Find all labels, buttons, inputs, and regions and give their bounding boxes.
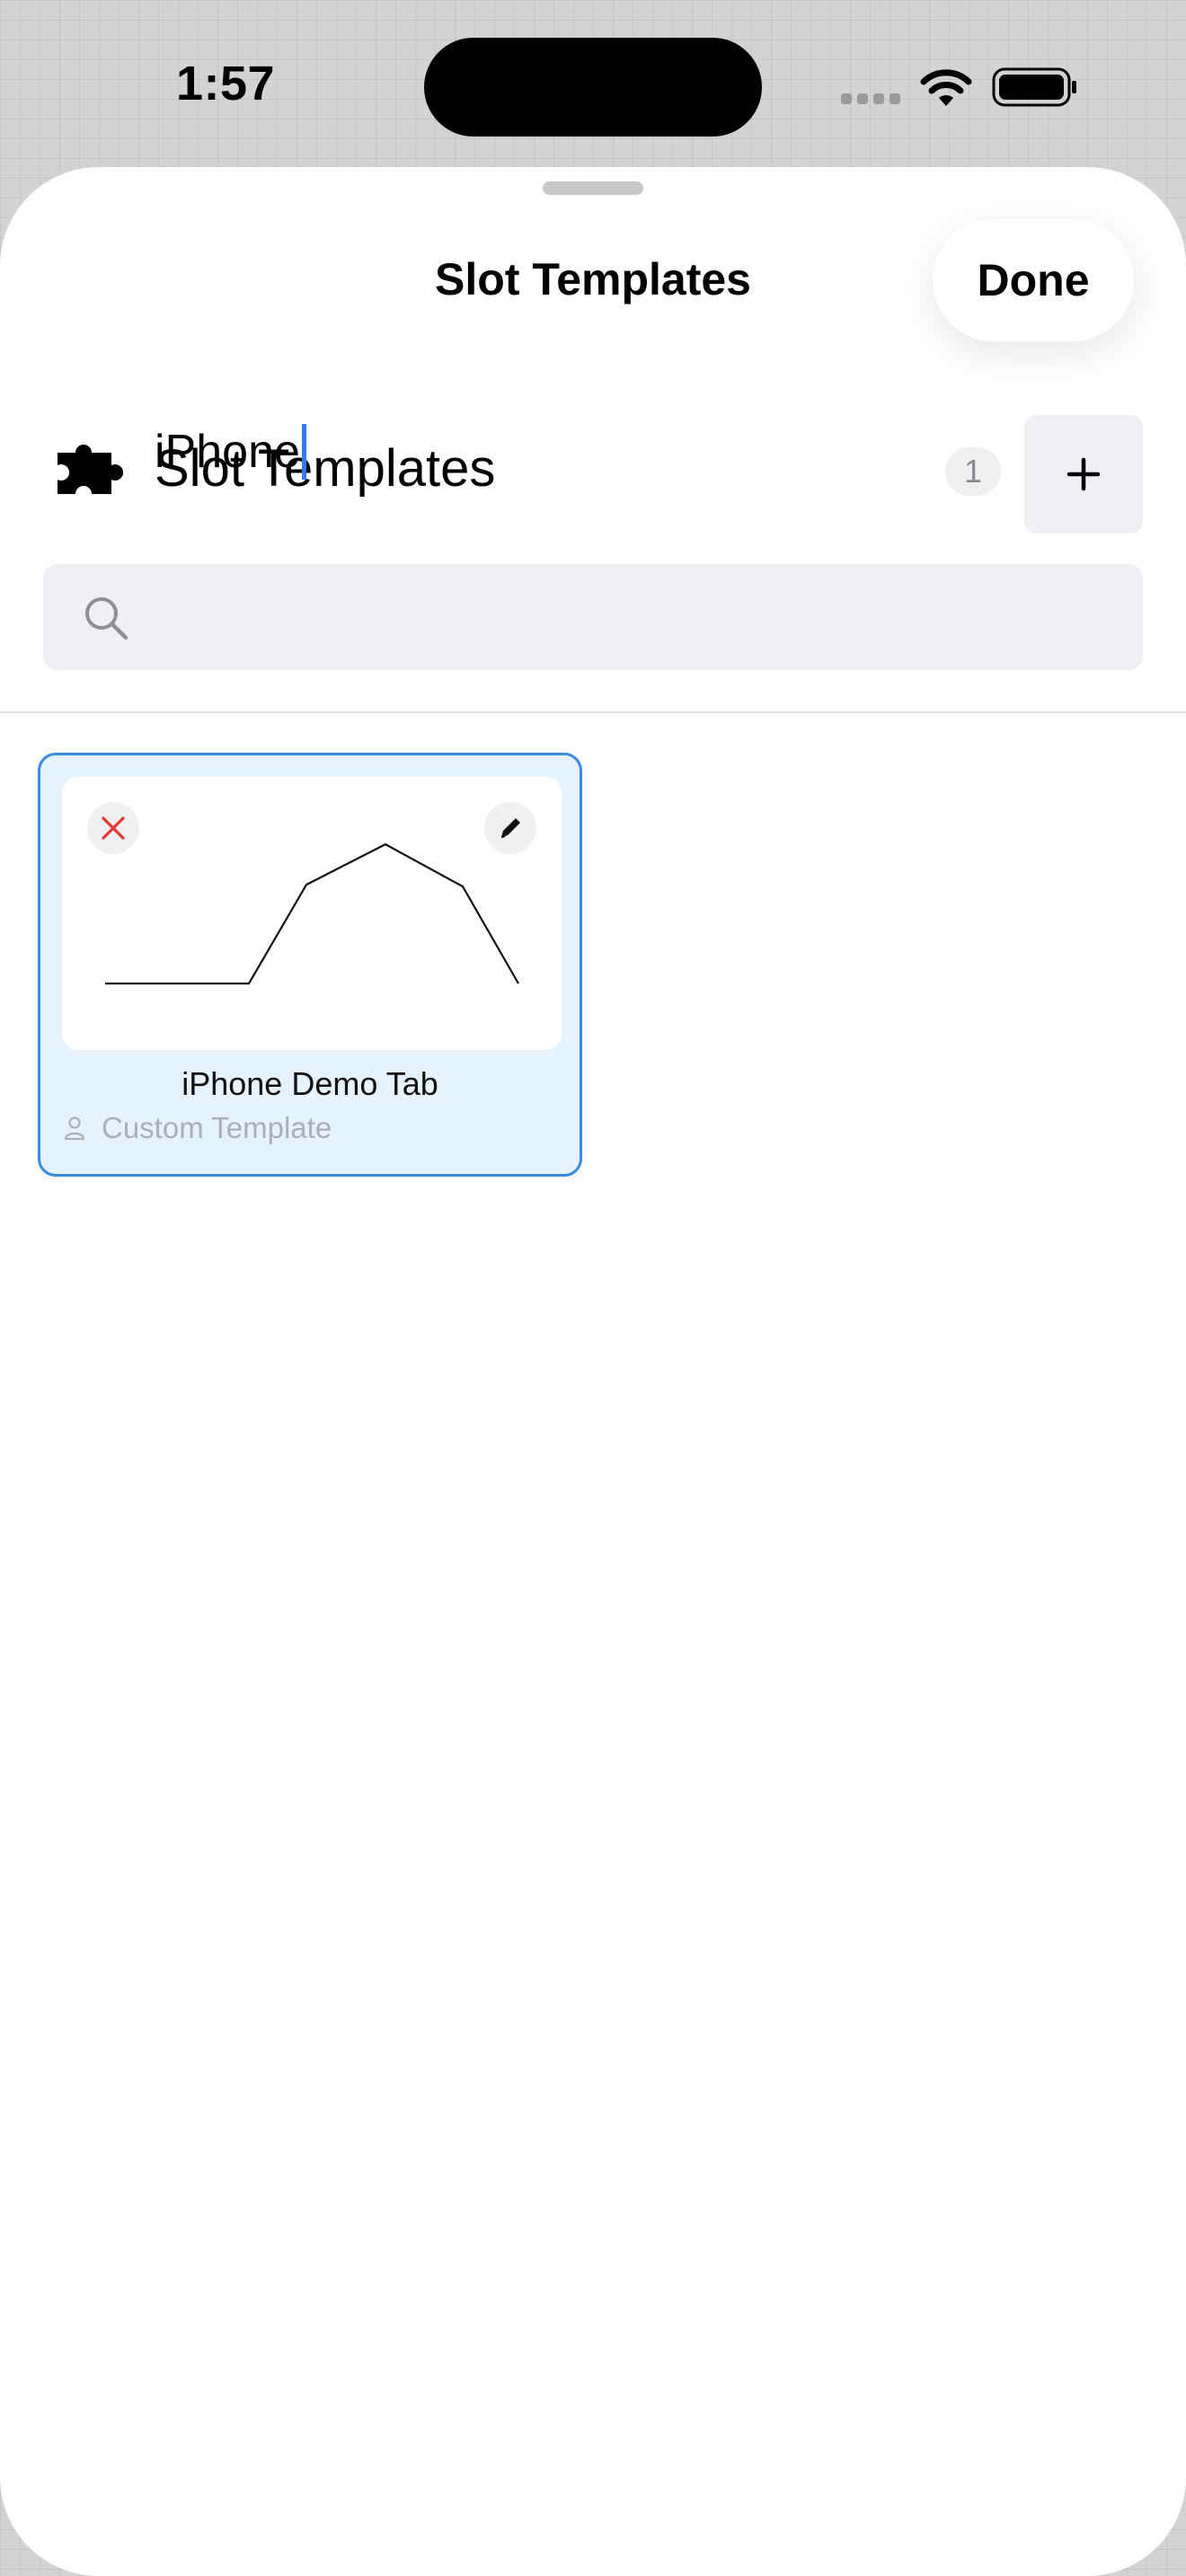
sheet-grabber[interactable]	[543, 181, 643, 195]
search-bar[interactable]	[43, 564, 1143, 670]
search-input[interactable]: iPhone	[155, 424, 306, 480]
pencil-icon	[500, 818, 520, 838]
wifi-icon	[920, 69, 972, 106]
puzzle-icon	[58, 445, 124, 494]
close-icon	[102, 816, 125, 840]
template-type-label: Custom Template	[102, 1111, 332, 1144]
slot-templates-sheet: Slot Templates Done Slot Templates 1 iPh…	[0, 167, 1186, 2576]
status-time: 1:57	[176, 57, 276, 110]
divider	[0, 711, 1186, 713]
delete-template-button[interactable]	[87, 802, 139, 854]
plus-icon	[1067, 457, 1101, 491]
template-type: Custom Template	[64, 1111, 332, 1145]
template-preview	[62, 777, 562, 1050]
text-caret	[301, 424, 306, 480]
template-count-badge: 1	[945, 447, 1001, 496]
template-card[interactable]: iPhone Demo Tab Custom Template	[38, 753, 582, 1177]
edit-template-button[interactable]	[484, 802, 536, 854]
add-template-button[interactable]	[1024, 415, 1143, 534]
template-name: iPhone Demo Tab	[181, 1065, 438, 1102]
done-button[interactable]: Done	[933, 219, 1134, 341]
dynamic-island	[424, 38, 762, 137]
person-icon	[64, 1116, 85, 1141]
battery-icon	[992, 67, 1076, 107]
cellular-signal-icon	[841, 93, 904, 104]
search-input-value: iPhone	[155, 426, 300, 478]
search-icon	[85, 597, 128, 640]
